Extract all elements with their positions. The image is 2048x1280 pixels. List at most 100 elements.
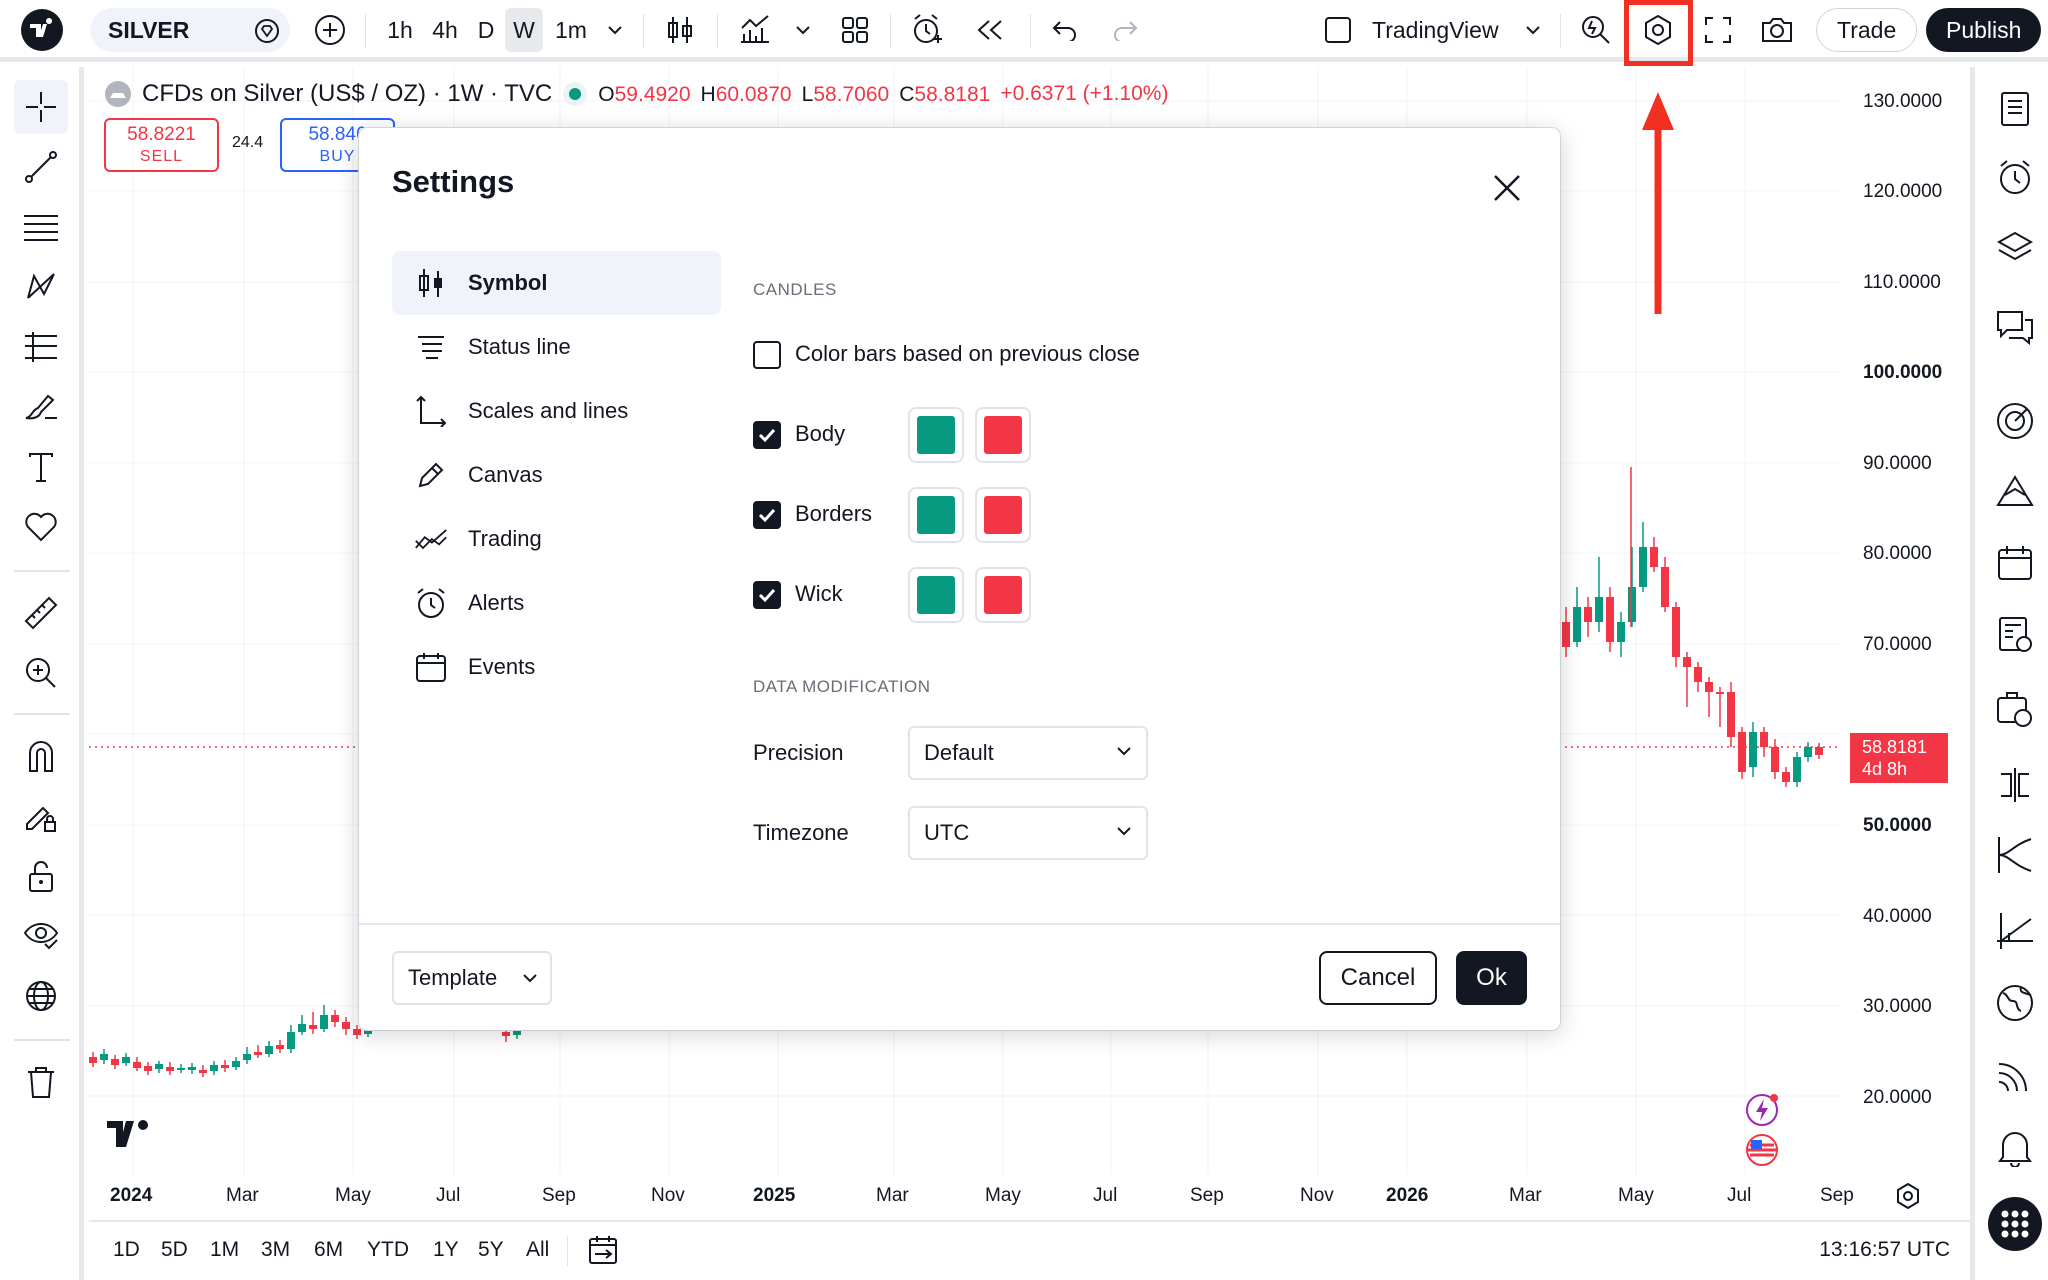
timeframe-1h[interactable]: 1h — [380, 8, 420, 52]
chat-icon[interactable] — [1993, 305, 2037, 349]
price-scale[interactable]: 130.0000 120.0000 110.0000 100.0000 90.0000 8… — [1839, 67, 1970, 1217]
pattern-icon[interactable] — [14, 260, 68, 314]
timeframe-1m[interactable]: 1m — [550, 8, 592, 52]
range-button-ytd[interactable]: YTD — [367, 1238, 409, 1262]
replay-icon[interactable] — [970, 8, 1010, 52]
us-flag-icon[interactable] — [1745, 1133, 1779, 1167]
screener-icon[interactable] — [1993, 687, 2037, 731]
ruler-icon[interactable] — [14, 586, 68, 640]
symbol-search-button[interactable]: SILVER — [90, 8, 290, 52]
fullscreen-icon[interactable] — [1698, 8, 1738, 52]
go-to-date-icon[interactable] — [587, 1234, 621, 1266]
nav-item-trading[interactable]: Trading — [392, 507, 721, 571]
unlock-icon[interactable] — [14, 849, 68, 903]
brush-icon[interactable] — [14, 380, 68, 434]
pine-editor-icon[interactable] — [1993, 909, 2037, 953]
layout-checkbox-icon[interactable] — [1318, 8, 1358, 52]
trend-line-icon[interactable] — [14, 140, 68, 194]
wick-down-color-picker[interactable] — [975, 567, 1031, 623]
trade-button[interactable]: Trade — [1816, 8, 1918, 52]
precision-select[interactable]: Default — [908, 726, 1148, 780]
zoom-in-icon[interactable] — [14, 646, 68, 700]
ok-button[interactable]: Ok — [1456, 951, 1527, 1005]
trash-icon[interactable] — [14, 1055, 68, 1109]
sell-button[interactable]: 58.8221 SELL — [104, 118, 219, 172]
notifications-bell-icon[interactable] — [1993, 1125, 2037, 1169]
candles-chart-type-icon[interactable] — [660, 8, 700, 52]
indicators-dropdown-chevron-icon[interactable] — [790, 8, 816, 52]
globe-icon[interactable] — [14, 969, 68, 1023]
timeframe-w[interactable]: W — [505, 8, 543, 52]
redo-icon[interactable] — [1105, 8, 1145, 52]
borders-up-color-picker[interactable] — [908, 487, 964, 543]
cancel-button[interactable]: Cancel — [1319, 951, 1437, 1005]
range-button-5y[interactable]: 5Y — [478, 1238, 504, 1262]
publish-button[interactable]: Publish — [1926, 8, 2042, 52]
chevron-down-icon — [522, 973, 538, 983]
layers-icon[interactable] — [1993, 225, 2037, 269]
range-button-5d[interactable]: 5D — [161, 1238, 188, 1262]
calendar-icon[interactable] — [1993, 541, 2037, 585]
body-up-color-picker[interactable] — [908, 407, 964, 463]
indicators-icon[interactable] — [735, 8, 775, 52]
wick-checkbox[interactable] — [753, 581, 781, 609]
axis-settings-gear-icon[interactable] — [1893, 1181, 1923, 1211]
range-button-1d[interactable]: 1D — [113, 1238, 140, 1262]
layout-name[interactable]: TradingView — [1372, 8, 1502, 52]
wick-up-color-picker[interactable] — [908, 567, 964, 623]
undo-icon[interactable] — [1045, 8, 1085, 52]
target-icon[interactable] — [1993, 399, 2037, 443]
layout-dropdown-chevron-icon[interactable] — [1520, 8, 1546, 52]
range-button-1y[interactable]: 1Y — [433, 1238, 459, 1262]
magnet-icon[interactable] — [14, 729, 68, 783]
timeframe-dropdown-chevron-icon[interactable] — [600, 8, 630, 52]
body-checkbox[interactable] — [753, 421, 781, 449]
layouts-grid-icon[interactable] — [835, 8, 875, 52]
range-button-3m[interactable]: 3M — [261, 1238, 290, 1262]
alerts-clock-icon[interactable] — [1993, 155, 2037, 199]
streams-icon[interactable] — [1993, 1053, 2037, 1097]
range-button-1m[interactable]: 1M — [210, 1238, 239, 1262]
fib-retracement-icon[interactable] — [14, 200, 68, 254]
range-button-6m[interactable]: 6M — [314, 1238, 343, 1262]
lock-drawings-icon[interactable] — [14, 789, 68, 843]
symbol-logo-icon[interactable] — [104, 80, 132, 108]
timezone-select[interactable]: UTC — [908, 806, 1148, 860]
borders-down-color-picker[interactable] — [975, 487, 1031, 543]
nav-item-canvas[interactable]: Canvas — [392, 443, 721, 507]
apps-grid-icon[interactable] — [1988, 1197, 2042, 1251]
nav-item-scales-and-lines[interactable]: Scales and lines — [392, 379, 721, 443]
close-icon[interactable] — [1487, 168, 1527, 208]
time-axis[interactable]: 2024 Mar May Jul Sep Nov 2025 Mar May Jul Sep Nov 20… — [89, 1175, 1970, 1217]
watchlist-icon[interactable] — [1993, 87, 2037, 131]
timeframe-d[interactable]: D — [470, 8, 502, 52]
color-bars-checkbox[interactable] — [753, 341, 781, 369]
legend-title[interactable]: CFDs on Silver (US$ / OZ) · 1W · TVC — [142, 80, 552, 108]
template-dropdown[interactable]: Template — [392, 951, 552, 1005]
nav-item-status-line[interactable]: Status line — [392, 315, 721, 379]
quick-search-icon[interactable] — [1576, 8, 1616, 52]
forecasting-icon[interactable] — [14, 320, 68, 374]
tradingview-logo[interactable] — [18, 8, 66, 52]
eye-icon[interactable] — [14, 909, 68, 963]
nav-item-alerts[interactable]: Alerts — [392, 571, 721, 635]
timeframe-4h[interactable]: 4h — [424, 8, 466, 52]
camera-icon[interactable] — [1757, 8, 1797, 52]
ideas-mountain-icon[interactable] — [1993, 469, 2037, 513]
body-down-color-picker[interactable] — [975, 407, 1031, 463]
add-symbol-icon[interactable] — [308, 8, 352, 52]
news-icon[interactable] — [1993, 613, 2037, 657]
lightning-icon[interactable] — [1745, 1093, 1779, 1127]
clock-display[interactable]: 13:16:57 UTC — [1819, 1238, 1950, 1262]
compare-pane-icon[interactable] — [1993, 763, 2037, 807]
create-alert-icon[interactable] — [908, 8, 948, 52]
hotlist-icon[interactable] — [1993, 833, 2037, 877]
range-button-all[interactable]: All — [526, 1238, 549, 1262]
earth-icon[interactable] — [1993, 981, 2037, 1025]
text-tool-icon[interactable] — [14, 440, 68, 494]
nav-item-symbol[interactable]: Symbol — [392, 251, 721, 315]
nav-item-events[interactable]: Events — [392, 635, 721, 699]
heart-icon[interactable] — [14, 500, 68, 554]
borders-checkbox[interactable] — [753, 501, 781, 529]
crosshair-icon[interactable] — [14, 80, 68, 134]
